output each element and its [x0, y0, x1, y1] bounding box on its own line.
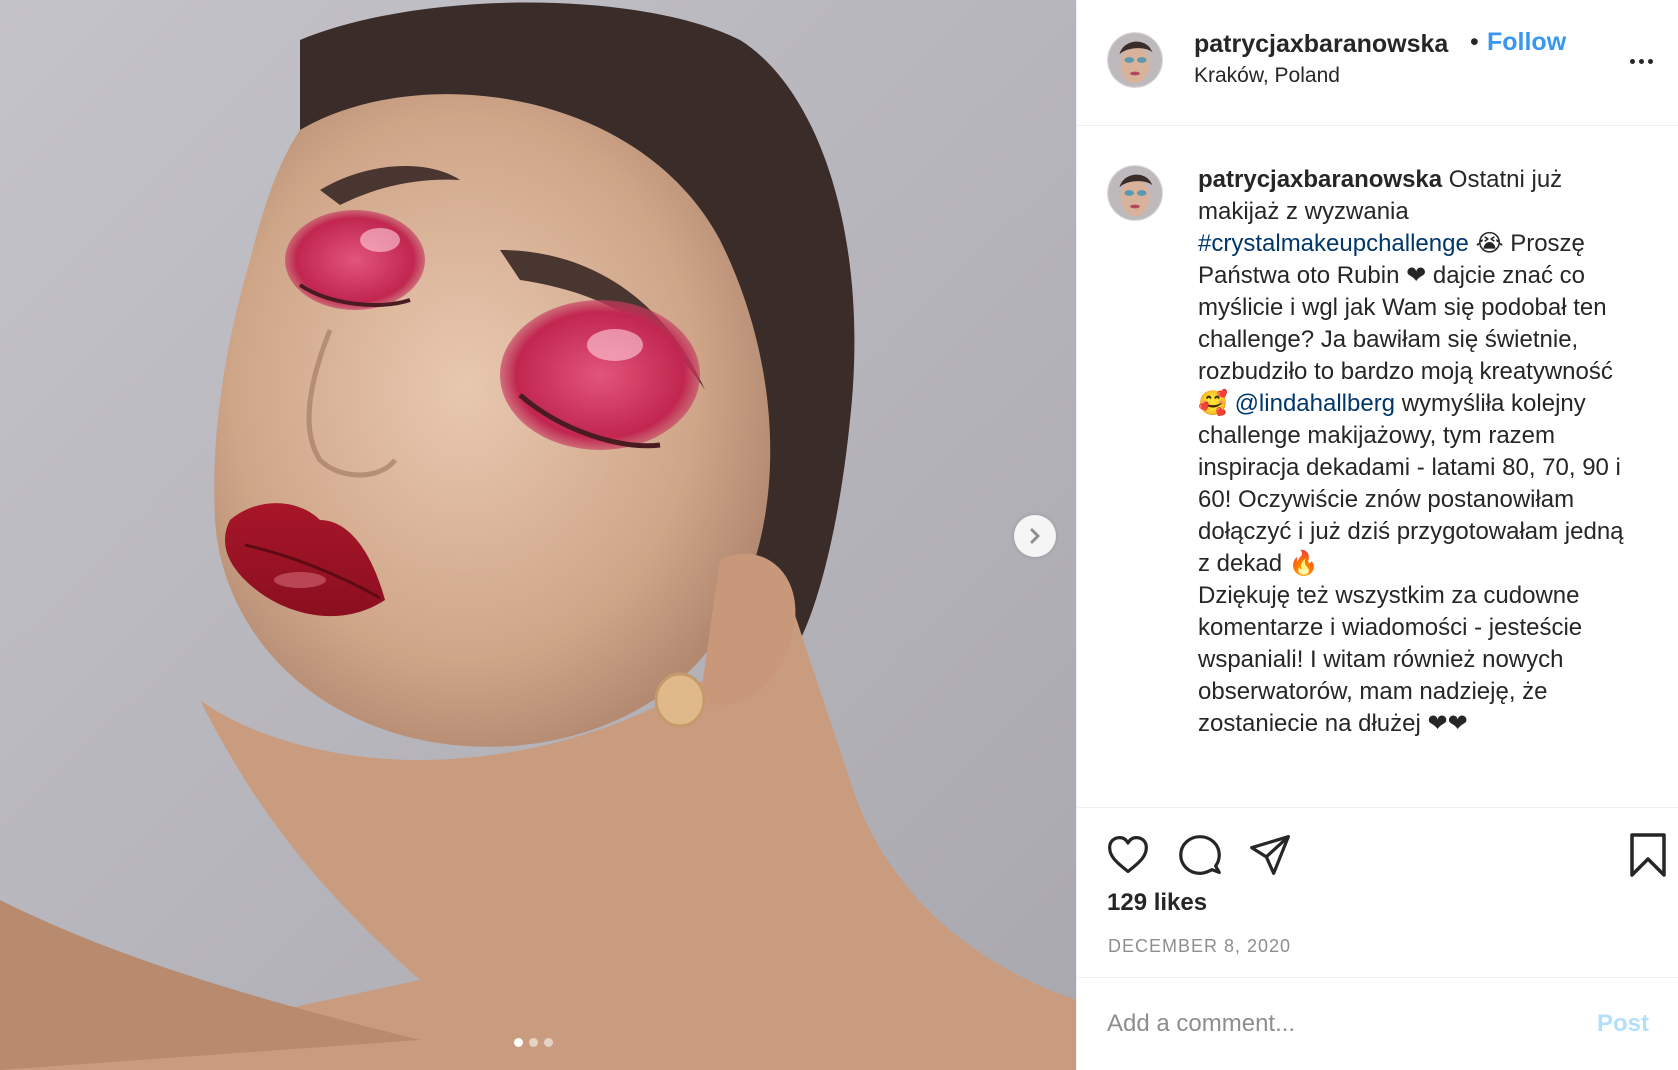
- post-header: patrycjaxbaranowska • Follow Kraków, Pol…: [1077, 0, 1678, 126]
- post-comment-button[interactable]: Post: [1597, 1010, 1649, 1038]
- hashtag-link[interactable]: #crystalmakeupchallenge: [1198, 230, 1469, 257]
- post-date[interactable]: DECEMBER 8, 2020: [1108, 936, 1291, 957]
- caption-text: wymyśliła kolejny challenge makijażowy, …: [1198, 390, 1624, 737]
- avatar[interactable]: [1107, 32, 1163, 88]
- share-icon[interactable]: [1247, 832, 1293, 878]
- carousel-dot: [529, 1038, 538, 1047]
- comment-icon[interactable]: [1177, 832, 1223, 878]
- caption-username[interactable]: patrycjaxbaranowska: [1198, 166, 1442, 193]
- follow-button[interactable]: Follow: [1487, 28, 1566, 57]
- separator-dot: •: [1470, 28, 1479, 56]
- post-media[interactable]: [0, 0, 1076, 1070]
- carousel-next-button[interactable]: [1014, 515, 1056, 557]
- bookmark-icon[interactable]: [1625, 830, 1671, 880]
- mention-link[interactable]: @lindahallberg: [1235, 390, 1395, 417]
- caption-avatar[interactable]: [1107, 165, 1163, 221]
- caption-text: 😭 Proszę Państwa oto Rubin ❤ dajcie znać…: [1198, 230, 1620, 417]
- carousel-indicator: [514, 1038, 553, 1047]
- comment-input[interactable]: [1107, 1004, 1577, 1044]
- chevron-right-icon: [1030, 528, 1040, 544]
- post-sidebar: patrycjaxbaranowska • Follow Kraków, Pol…: [1076, 0, 1678, 1070]
- comments-section: patrycjaxbaranowska Ostatni już makijaż …: [1077, 127, 1678, 807]
- more-options-icon[interactable]: [1623, 46, 1659, 76]
- post-actions: 129 likes DECEMBER 8, 2020: [1077, 807, 1678, 977]
- post-photo: [0, 0, 1076, 1070]
- post-caption: patrycjaxbaranowska Ostatni już makijaż …: [1198, 164, 1638, 740]
- header-username[interactable]: patrycjaxbaranowska: [1194, 30, 1448, 59]
- location-link[interactable]: Kraków, Poland: [1194, 64, 1340, 88]
- likes-count[interactable]: 129 likes: [1107, 889, 1207, 917]
- carousel-dot: [544, 1038, 553, 1047]
- carousel-dot: [514, 1038, 523, 1047]
- add-comment-bar: Post: [1077, 977, 1678, 1070]
- post-modal: patrycjaxbaranowska • Follow Kraków, Pol…: [0, 0, 1678, 1070]
- like-icon[interactable]: [1105, 832, 1151, 878]
